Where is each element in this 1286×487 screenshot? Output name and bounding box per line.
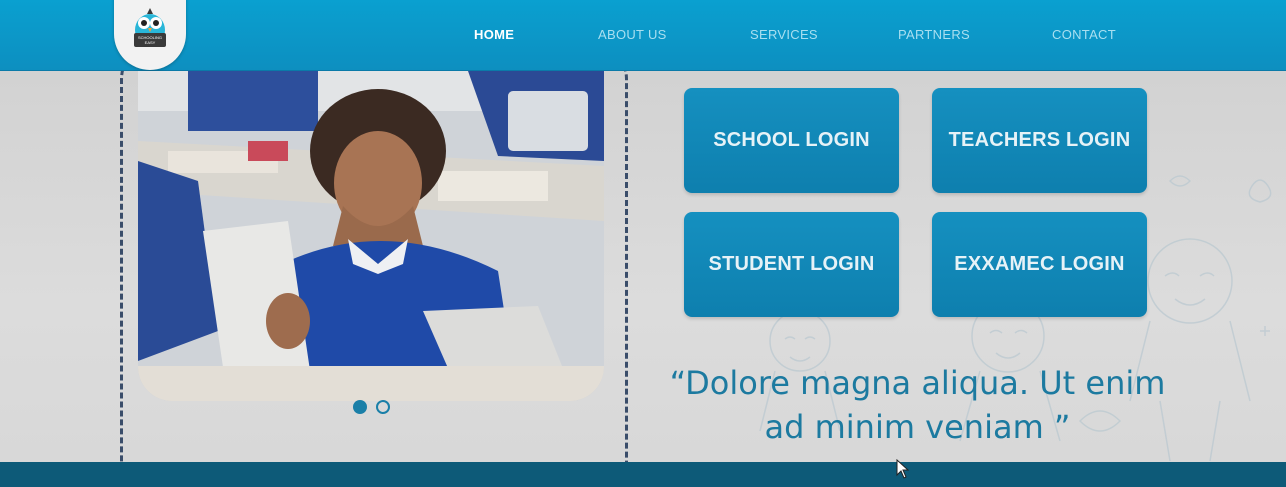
nav-services[interactable]: SERVICES	[750, 27, 818, 42]
nav-about-us[interactable]: ABOUT US	[598, 27, 667, 42]
slider-dot-1[interactable]	[353, 399, 367, 414]
teachers-login-button[interactable]: TEACHERS LOGIN	[932, 88, 1147, 193]
hero-quote: “Dolore magna aliqua. Ut enim ad minim v…	[669, 364, 1166, 446]
footer-band	[0, 462, 1286, 487]
slider-dot-2[interactable]	[376, 399, 391, 414]
nav-contact[interactable]: CONTACT	[1052, 27, 1116, 42]
nav-home[interactable]: HOME	[474, 27, 514, 42]
site-header: SCHOOLING EASY HOME ABOUT US SERVICES PA…	[0, 0, 1286, 71]
school-login-button[interactable]: SCHOOL LOGIN	[684, 88, 899, 193]
mouse-cursor-icon	[896, 459, 910, 479]
exxamec-login-button[interactable]: EXXAMEC LOGIN	[932, 212, 1147, 317]
hero-section: SCHOOL LOGIN TEACHERS LOGIN STUDENT LOGI…	[0, 71, 1286, 462]
classroom-photo-image	[138, 71, 604, 401]
slider-photo	[138, 71, 604, 401]
student-login-button[interactable]: STUDENT LOGIN	[684, 212, 899, 317]
nav-partners[interactable]: PARTNERS	[898, 27, 970, 42]
main-nav: HOME ABOUT US SERVICES PARTNERS CONTACT	[0, 0, 1286, 71]
slider-dots	[353, 398, 395, 416]
